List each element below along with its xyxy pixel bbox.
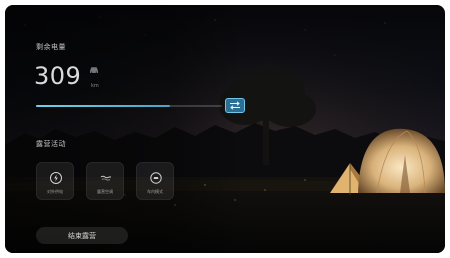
- car-icon: [90, 67, 98, 73]
- range-value: 309: [34, 62, 82, 90]
- swap-button[interactable]: [225, 98, 245, 113]
- battery-progress-fill: [36, 105, 170, 107]
- battery-title: 剩余电量: [36, 43, 66, 51]
- tile-cabin-mode[interactable]: 车内模式: [136, 162, 174, 200]
- tile-cabin-mode-label: 车内模式: [147, 189, 163, 194]
- camping-section-title: 露营活动: [36, 140, 66, 148]
- range-unit: km: [91, 83, 99, 89]
- camping-screen: 剩余电量 309 km 露营活动 对外供电 露营空调 车内模式 结束露营: [5, 5, 445, 253]
- tile-camp-ac-label: 露营空调: [97, 189, 113, 194]
- fan-airflow-icon: [100, 175, 111, 181]
- end-camping-button[interactable]: 结束露营: [36, 227, 128, 244]
- car-mode-icon: [150, 172, 162, 184]
- tile-external-power[interactable]: 对外供电: [36, 162, 74, 200]
- battery-progress-bar: [36, 105, 222, 107]
- tile-external-power-label: 对外供电: [47, 189, 63, 194]
- swap-arrows-icon: [230, 101, 240, 110]
- tile-camp-ac[interactable]: 露营空调: [86, 162, 124, 200]
- lightning-circle-icon: [50, 172, 62, 184]
